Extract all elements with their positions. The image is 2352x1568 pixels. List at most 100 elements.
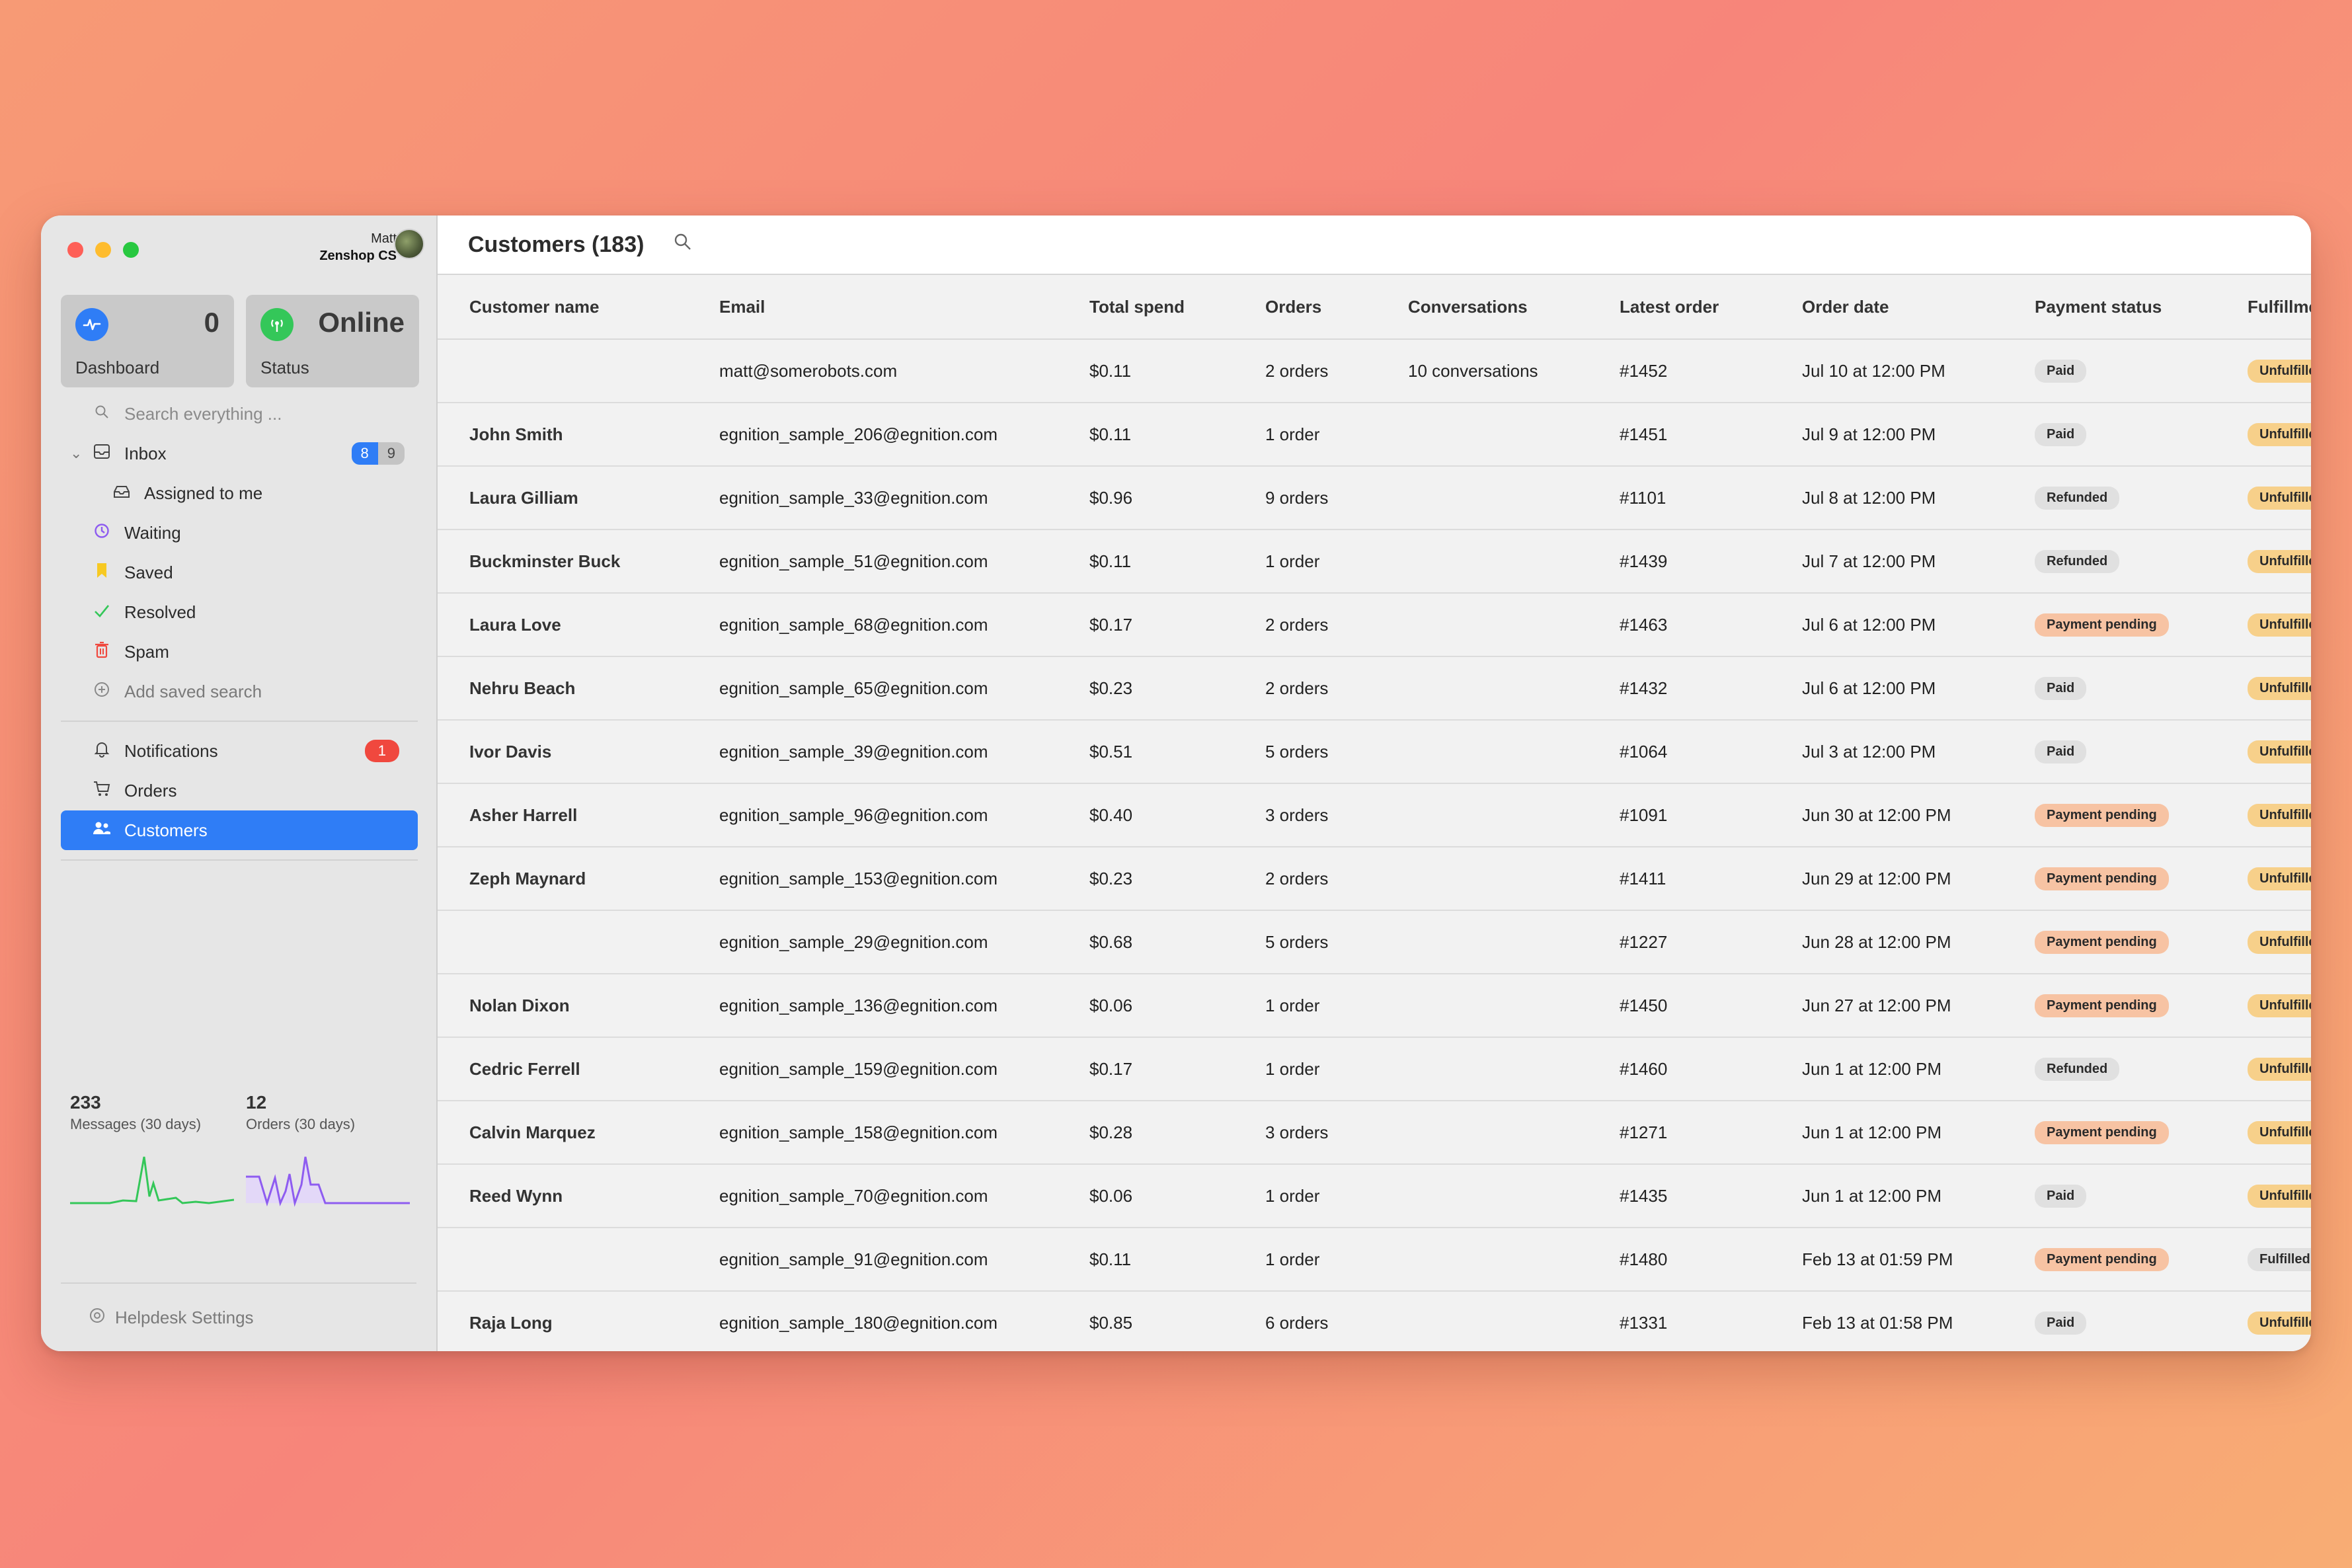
table-header-row: Customer name Email Total spend Orders Conve…: [438, 275, 2311, 340]
sidebar-item-inbox[interactable]: ⌄ Inbox 8 9: [61, 434, 418, 473]
latest-order-cell: #1480: [1620, 1228, 1802, 1292]
conversations-cell: [1408, 593, 1620, 657]
email-cell: egnition_sample_96@egnition.com: [719, 783, 1089, 847]
table-row[interactable]: matt@somerobots.com $0.11 2 orders 10 conve…: [438, 339, 2311, 403]
window-controls: [67, 242, 139, 258]
table-row[interactable]: Ivor Davis egnition_sample_39@egnition.co…: [438, 720, 2311, 784]
payment-status-badge: Payment pending: [2035, 867, 2169, 890]
table-row[interactable]: egnition_sample_91@egnition.com $0.11 1 or…: [438, 1228, 2311, 1292]
orders-cell: 1 order: [1265, 403, 1408, 467]
order-date-cell: Jul 6 at 12:00 PM: [1802, 593, 2035, 657]
total-spend-cell: $0.68: [1089, 910, 1265, 974]
inbox-count-assigned: 8: [351, 442, 378, 465]
tray-icon: [108, 483, 135, 504]
fulfillment-badge: Unfulfilled: [2248, 804, 2311, 827]
close-window-button[interactable]: [67, 242, 83, 258]
status-tile[interactable]: Online Status: [246, 295, 419, 387]
payment-status-badge: Refunded: [2035, 1058, 2120, 1081]
table-row[interactable]: Nehru Beach egnition_sample_65@egnition.c…: [438, 656, 2311, 721]
column-header[interactable]: Latest order: [1620, 275, 1802, 340]
column-header[interactable]: Order date: [1802, 275, 2035, 340]
notifications-badge: 1: [364, 740, 399, 762]
sidebar-item-saved[interactable]: Saved: [61, 553, 418, 592]
resolved-label: Resolved: [124, 602, 196, 622]
account-switcher[interactable]: Matt Zenshop CS: [319, 230, 397, 264]
avatar[interactable]: [394, 229, 424, 259]
conversations-cell: [1408, 783, 1620, 847]
table-row[interactable]: Reed Wynn egnition_sample_70@egnition.com…: [438, 1164, 2311, 1228]
fulfillment-cell: Unfulfilled: [2248, 910, 2311, 974]
orders-cell: 2 orders: [1265, 656, 1408, 721]
sidebar-item-orders[interactable]: Orders: [61, 771, 418, 810]
column-header[interactable]: Customer name: [438, 275, 719, 340]
conversations-cell: [1408, 656, 1620, 721]
table-row[interactable]: Laura Gilliam egnition_sample_33@egnition…: [438, 466, 2311, 530]
table-row[interactable]: Buckminster Buck egnition_sample_51@egnit…: [438, 529, 2311, 594]
order-date-cell: Jul 6 at 12:00 PM: [1802, 656, 2035, 721]
column-header[interactable]: Conversations: [1408, 275, 1620, 340]
latest-order-cell: #1452: [1620, 339, 1802, 403]
column-header[interactable]: Fulfillment: [2248, 275, 2311, 340]
email-cell: egnition_sample_70@egnition.com: [719, 1164, 1089, 1228]
table-row[interactable]: John Smith egnition_sample_206@egnition.c…: [438, 403, 2311, 467]
fulfillment-cell: Unfulfilled: [2248, 847, 2311, 911]
column-header[interactable]: Orders: [1265, 275, 1408, 340]
order-date-cell: Jun 29 at 12:00 PM: [1802, 847, 2035, 911]
pulse-icon: [75, 308, 108, 341]
sidebar-item-waiting[interactable]: Waiting: [61, 513, 418, 553]
order-date-cell: Jul 7 at 12:00 PM: [1802, 529, 2035, 594]
messages-count: 233: [70, 1092, 101, 1113]
table-row[interactable]: Cedric Ferrell egnition_sample_159@egniti…: [438, 1037, 2311, 1101]
total-spend-cell: $0.11: [1089, 529, 1265, 594]
column-header[interactable]: Payment status: [2035, 275, 2248, 340]
zoom-window-button[interactable]: [123, 242, 139, 258]
customer-name-cell: Nolan Dixon: [438, 974, 719, 1038]
inbox-label: Inbox: [124, 443, 167, 463]
column-header[interactable]: Total spend: [1089, 275, 1265, 340]
dashboard-tile[interactable]: 0 Dashboard: [61, 295, 234, 387]
people-icon: [89, 820, 115, 841]
search-icon[interactable]: [673, 232, 693, 257]
fulfillment-cell: Unfulfilled: [2248, 529, 2311, 594]
chevron-down-icon[interactable]: ⌄: [70, 445, 82, 462]
fulfillment-cell: Unfulfilled: [2248, 974, 2311, 1038]
sidebar-item-resolved[interactable]: Resolved: [61, 592, 418, 632]
fulfillment-badge: Unfulfilled: [2248, 360, 2311, 383]
total-spend-cell: $0.06: [1089, 974, 1265, 1038]
fulfillment-cell: Unfulfilled: [2248, 403, 2311, 467]
email-cell: egnition_sample_65@egnition.com: [719, 656, 1089, 721]
spam-label: Spam: [124, 641, 169, 662]
customer-name-cell: Cedric Ferrell: [438, 1037, 719, 1101]
orders-cell: 2 orders: [1265, 847, 1408, 911]
table-row[interactable]: Laura Love egnition_sample_68@egnition.co…: [438, 593, 2311, 657]
table-row[interactable]: Raja Long egnition_sample_180@egnition.co…: [438, 1291, 2311, 1351]
order-date-cell: Jul 8 at 12:00 PM: [1802, 466, 2035, 530]
total-spend-cell: $0.28: [1089, 1101, 1265, 1165]
total-spend-cell: $0.23: [1089, 847, 1265, 911]
email-cell: egnition_sample_91@egnition.com: [719, 1228, 1089, 1292]
add-saved-search[interactable]: Add saved search: [61, 672, 418, 711]
minimize-window-button[interactable]: [95, 242, 111, 258]
table-row[interactable]: Nolan Dixon egnition_sample_136@egnition.…: [438, 974, 2311, 1038]
conversations-cell: [1408, 1037, 1620, 1101]
payment-status-cell: Payment pending: [2035, 974, 2248, 1038]
column-header[interactable]: Email: [719, 275, 1089, 340]
table-row[interactable]: Asher Harrell egnition_sample_96@egnition…: [438, 783, 2311, 847]
conversations-cell: [1408, 847, 1620, 911]
order-date-cell: Jul 9 at 12:00 PM: [1802, 403, 2035, 467]
table-row[interactable]: Zeph Maynard egnition_sample_153@egnition…: [438, 847, 2311, 911]
table-row[interactable]: Calvin Marquez egnition_sample_158@egniti…: [438, 1101, 2311, 1165]
search-everything[interactable]: Search everything ...: [61, 394, 418, 434]
helpdesk-settings[interactable]: Helpdesk Settings: [61, 1282, 416, 1351]
latest-order-cell: #1101: [1620, 466, 1802, 530]
table-row[interactable]: egnition_sample_29@egnition.com $0.68 5 or…: [438, 910, 2311, 974]
latest-order-cell: #1451: [1620, 403, 1802, 467]
payment-status-cell: Refunded: [2035, 466, 2248, 530]
sidebar-item-customers[interactable]: Customers: [61, 810, 418, 850]
sidebar-item-spam[interactable]: Spam: [61, 632, 418, 672]
divider: [61, 721, 418, 722]
sidebar-item-assigned-to-me[interactable]: Assigned to me: [61, 473, 418, 513]
conversations-cell: [1408, 1228, 1620, 1292]
sidebar-item-notifications[interactable]: Notifications 1: [61, 731, 418, 771]
conversations-cell: [1408, 720, 1620, 784]
